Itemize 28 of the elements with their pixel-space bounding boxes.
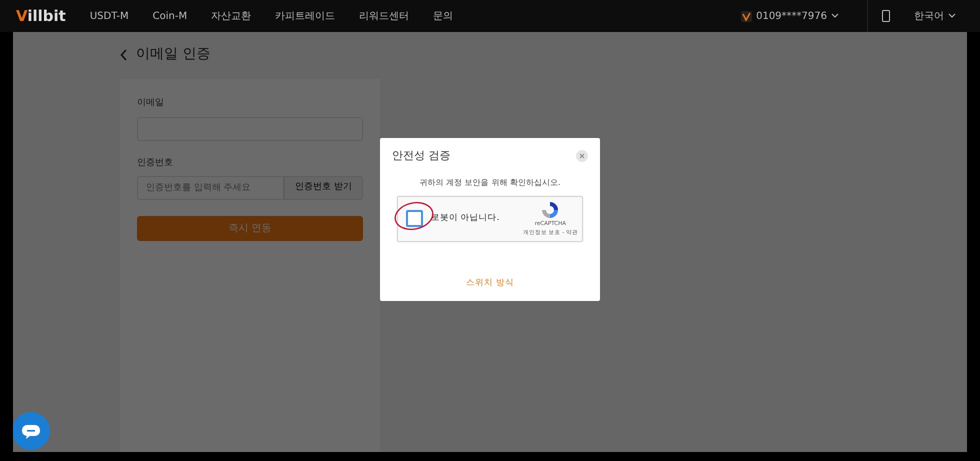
dialog-title: 안전성 검증: [392, 148, 450, 164]
page-title: 이메일 인증: [136, 45, 210, 64]
nav-link-item[interactable]: 자산교환: [211, 8, 252, 24]
account-menu[interactable]: 0109****7976: [756, 8, 839, 24]
nav-link-item[interactable]: USDT-M: [90, 8, 129, 24]
nav-link-item[interactable]: Coin-M: [152, 8, 188, 24]
chat-button[interactable]: [13, 412, 50, 450]
brand-logo[interactable]: Villbit: [16, 4, 66, 28]
field-label: 이메일: [137, 97, 165, 110]
account-logo-icon: [741, 10, 752, 22]
field-label: 인증번호: [137, 156, 174, 170]
caret-icon: [948, 13, 956, 19]
nav-link-item[interactable]: 리워드센터: [359, 8, 410, 24]
captcha-checkbox[interactable]: [406, 210, 423, 227]
get-code-button[interactable]: 인증번호 받기: [284, 176, 363, 200]
chat-icon: [21, 424, 41, 440]
caret-icon: [831, 13, 839, 19]
close-button[interactable]: [576, 150, 588, 162]
nav-link-item[interactable]: 문의: [433, 8, 454, 24]
language-menu[interactable]: 한국어: [914, 8, 956, 24]
close-icon: [579, 153, 585, 160]
dialog-message: 귀하의 계정 보안을 위해 확인하십시오.: [418, 176, 562, 188]
nav-link-item[interactable]: 카피트레이드: [275, 8, 336, 24]
mobile-icon[interactable]: [882, 10, 890, 22]
captcha-label: 로봇이 아닙니다.: [431, 212, 500, 225]
back-icon[interactable]: [120, 48, 128, 60]
code-field[interactable]: 인증번호를 입력해 주세요: [137, 176, 284, 200]
recaptcha-logo-icon: [540, 200, 560, 220]
